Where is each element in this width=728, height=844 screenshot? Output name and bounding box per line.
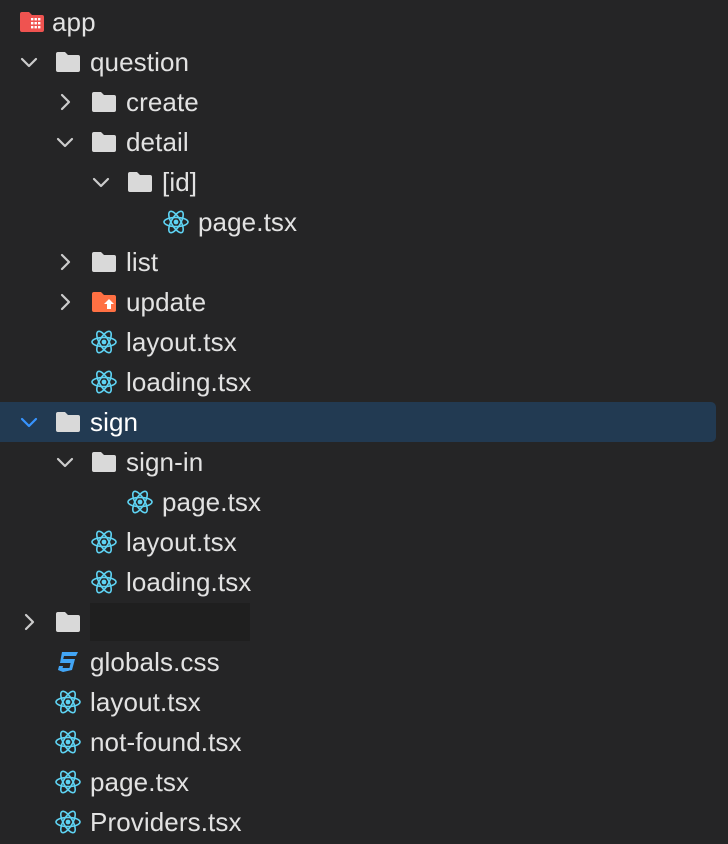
chevron-right-icon[interactable] bbox=[54, 251, 76, 273]
tree-label: create bbox=[126, 87, 199, 117]
tree-label: detail bbox=[126, 127, 189, 157]
tree-label: question bbox=[90, 47, 190, 77]
tree-label: [id] bbox=[162, 167, 198, 197]
tree-row-file[interactable]: layout.tsx bbox=[0, 682, 728, 722]
chevron-down-icon[interactable] bbox=[18, 51, 40, 73]
react-icon bbox=[90, 368, 118, 396]
tree-row-file[interactable]: page.tsx bbox=[0, 202, 728, 242]
folder-icon bbox=[90, 248, 118, 276]
tree-label: globals.css bbox=[90, 647, 220, 677]
tree-row-file[interactable]: layout.tsx bbox=[0, 322, 728, 362]
tree-label: Providers.tsx bbox=[90, 807, 242, 837]
app-folder-icon bbox=[18, 8, 46, 36]
tree-label: page.tsx bbox=[90, 767, 190, 797]
tree-label: sign-in bbox=[126, 447, 204, 477]
tree-row-redacted-folder[interactable] bbox=[0, 602, 728, 642]
react-icon bbox=[90, 328, 118, 356]
folder-icon bbox=[126, 168, 154, 196]
folder-icon bbox=[54, 408, 82, 436]
chevron-down-icon[interactable] bbox=[54, 131, 76, 153]
folder-icon bbox=[90, 128, 118, 156]
tree-row-file[interactable]: not-found.tsx bbox=[0, 722, 728, 762]
react-icon bbox=[54, 688, 82, 716]
tree-label: sign bbox=[90, 407, 139, 437]
chevron-right-icon[interactable] bbox=[18, 611, 40, 633]
chevron-down-icon[interactable] bbox=[54, 451, 76, 473]
update-folder-icon bbox=[90, 288, 118, 316]
tree-row-file[interactable]: layout.tsx bbox=[0, 522, 728, 562]
tree-label: layout.tsx bbox=[90, 687, 201, 717]
tree-label: list bbox=[126, 247, 159, 277]
chevron-down-icon[interactable] bbox=[90, 171, 112, 193]
chevron-down-icon[interactable] bbox=[18, 411, 40, 433]
tree-row-sign-in[interactable]: sign-in bbox=[0, 442, 728, 482]
tree-label: loading.tsx bbox=[126, 367, 252, 397]
react-icon bbox=[162, 208, 190, 236]
redacted-label bbox=[90, 603, 250, 641]
react-icon bbox=[54, 808, 82, 836]
tree-row-list[interactable]: list bbox=[0, 242, 728, 282]
folder-icon bbox=[54, 48, 82, 76]
tree-row-file[interactable]: page.tsx bbox=[0, 482, 728, 522]
folder-icon bbox=[90, 448, 118, 476]
tree-row-question[interactable]: question bbox=[0, 42, 728, 82]
react-icon bbox=[90, 528, 118, 556]
tree-row-update[interactable]: update bbox=[0, 282, 728, 322]
tree-label: update bbox=[126, 287, 207, 317]
react-icon bbox=[126, 488, 154, 516]
react-icon bbox=[54, 728, 82, 756]
tree-row-sign[interactable]: sign bbox=[0, 402, 716, 442]
tree-row-file[interactable]: loading.tsx bbox=[0, 562, 728, 602]
tree-label: loading.tsx bbox=[126, 567, 252, 597]
tree-row-file[interactable]: page.tsx bbox=[0, 762, 728, 802]
tree-label: layout.tsx bbox=[126, 327, 237, 357]
tree-row-file[interactable]: globals.css bbox=[0, 642, 728, 682]
chevron-right-icon[interactable] bbox=[54, 291, 76, 313]
file-explorer-tree: app question create detail [id] page.tsx bbox=[0, 2, 728, 842]
tree-row-app[interactable]: app bbox=[0, 2, 728, 42]
tree-label: layout.tsx bbox=[126, 527, 237, 557]
tree-label: page.tsx bbox=[198, 207, 298, 237]
tree-label: app bbox=[52, 7, 96, 37]
tree-row-file[interactable]: loading.tsx bbox=[0, 362, 728, 402]
folder-icon bbox=[54, 608, 82, 636]
chevron-right-icon[interactable] bbox=[54, 91, 76, 113]
tree-row-create[interactable]: create bbox=[0, 82, 728, 122]
tree-label: page.tsx bbox=[162, 487, 262, 517]
tree-label: not-found.tsx bbox=[90, 727, 242, 757]
css-icon bbox=[54, 648, 82, 676]
react-icon bbox=[90, 568, 118, 596]
react-icon bbox=[54, 768, 82, 796]
tree-row-id[interactable]: [id] bbox=[0, 162, 728, 202]
tree-row-file[interactable]: Providers.tsx bbox=[0, 802, 728, 842]
tree-row-detail[interactable]: detail bbox=[0, 122, 728, 162]
folder-icon bbox=[90, 88, 118, 116]
